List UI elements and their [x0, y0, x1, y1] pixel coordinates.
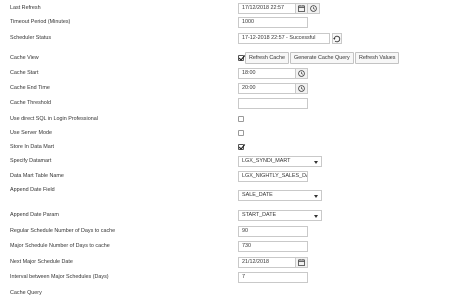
cache-start-input[interactable]: 18:00: [238, 68, 296, 79]
major-schedule-days-label: Major Schedule Number of Days to cache: [10, 243, 110, 249]
scheduler-status-input: 17-12-2018 22:57 - Successful: [238, 33, 330, 44]
interval-major-schedules-label: Interval between Major Schedules (Days): [10, 274, 109, 280]
last-refresh-label: Last Refresh: [10, 5, 41, 11]
regular-schedule-days-input[interactable]: 90: [238, 226, 308, 237]
cache-end-time-input[interactable]: 20:00: [238, 83, 296, 94]
append-date-field-row: Append Date Field SALE_DATE: [0, 187, 474, 202]
refresh-icon[interactable]: [332, 33, 342, 44]
calendar-icon[interactable]: [296, 257, 308, 268]
data-mart-table-name-label: Data Mart Table Name: [10, 173, 64, 179]
specify-datamart-label: Specify Datamart: [10, 158, 52, 164]
cache-start-row: Cache Start 18:00: [0, 68, 474, 80]
data-mart-table-name-input[interactable]: LGX_NIGHTLY_SALES_DA: [238, 171, 308, 182]
use-server-mode-label: Use Server Mode: [10, 130, 52, 136]
check-icon: [238, 144, 246, 150]
regular-schedule-days-label: Regular Schedule Number of Days to cache: [10, 228, 116, 234]
interval-major-schedules-input[interactable]: 7: [238, 272, 308, 283]
timeout-period-label: Timeout Period (Minutes): [10, 19, 71, 25]
major-schedule-days-row: Major Schedule Number of Days to cache 7…: [0, 241, 474, 253]
scheduler-status-label: Scheduler Status: [10, 35, 52, 41]
append-date-field-label: Append Date Field: [10, 187, 55, 193]
timeout-period-row: Timeout Period (Minutes) 1000: [0, 17, 474, 29]
cache-end-time-row: Cache End Time 20:00: [0, 83, 474, 95]
specify-datamart-select[interactable]: LGX_SYNDI_MART: [238, 156, 322, 167]
append-date-field-value: SALE_DATE: [242, 192, 273, 198]
cache-query-label: Cache Query: [10, 290, 42, 296]
data-mart-table-name-row: Data Mart Table Name LGX_NIGHTLY_SALES_D…: [0, 171, 474, 183]
timeout-period-input[interactable]: 1000: [238, 17, 308, 28]
use-direct-sql-checkbox[interactable]: [238, 116, 244, 122]
append-date-param-label: Append Date Param: [10, 212, 59, 218]
chevron-down-icon: [314, 195, 318, 198]
calendar-icon[interactable]: [296, 3, 308, 14]
store-in-data-mart-label: Store In Data Mart: [10, 144, 55, 150]
cache-start-label: Cache Start: [10, 70, 39, 76]
next-major-schedule-date-input[interactable]: 21/12/2018: [238, 257, 296, 268]
clock-icon[interactable]: [296, 83, 308, 94]
chevron-down-icon: [314, 215, 318, 218]
append-date-param-select[interactable]: START_DATE: [238, 210, 322, 221]
append-date-param-row: Append Date Param START_DATE: [0, 210, 474, 222]
cache-threshold-label: Cache Threshold: [10, 100, 51, 106]
chevron-down-icon: [314, 161, 318, 164]
store-in-data-mart-checkbox[interactable]: [238, 144, 246, 150]
use-server-mode-checkbox[interactable]: [238, 130, 244, 136]
cache-view-row: Cache View Refresh Cache Generate Cache …: [0, 52, 474, 65]
use-server-mode-row: Use Server Mode: [0, 128, 474, 140]
store-in-data-mart-row: Store In Data Mart: [0, 142, 474, 154]
last-refresh-input[interactable]: 17/12/2018 22:57: [238, 3, 296, 14]
clock-icon[interactable]: [308, 3, 320, 14]
last-refresh-row: Last Refresh 17/12/2018 22:57: [0, 3, 474, 15]
append-date-field-select[interactable]: SALE_DATE: [238, 190, 322, 201]
refresh-values-button[interactable]: Refresh Values: [355, 52, 400, 64]
specify-datamart-value: LGX_SYNDI_MART: [242, 158, 291, 164]
use-direct-sql-row: Use direct SQL in Login Professional: [0, 114, 474, 126]
cache-query-row: Cache Query: [0, 288, 474, 300]
use-direct-sql-label: Use direct SQL in Login Professional: [10, 116, 98, 122]
clock-icon[interactable]: [296, 68, 308, 79]
interval-major-schedules-row: Interval between Major Schedules (Days) …: [0, 272, 474, 284]
specify-datamart-row: Specify Datamart LGX_SYNDI_MART: [0, 156, 474, 168]
regular-schedule-days-row: Regular Schedule Number of Days to cache…: [0, 226, 474, 238]
scheduler-status-row: Scheduler Status 17-12-2018 22:57 - Succ…: [0, 33, 474, 45]
cache-threshold-input[interactable]: [238, 98, 308, 109]
refresh-cache-button[interactable]: Refresh Cache: [245, 52, 289, 64]
next-major-schedule-date-row: Next Major Schedule Date 21/12/2018: [0, 257, 474, 269]
major-schedule-days-input[interactable]: 730: [238, 241, 308, 252]
cache-end-time-label: Cache End Time: [10, 85, 50, 91]
append-date-param-value: START_DATE: [242, 212, 277, 218]
cache-view-checkbox[interactable]: [238, 55, 246, 61]
cache-threshold-row: Cache Threshold: [0, 98, 474, 110]
cache-view-label: Cache View: [10, 55, 39, 61]
generate-cache-query-button[interactable]: Generate Cache Query: [290, 52, 354, 64]
next-major-schedule-date-label: Next Major Schedule Date: [10, 259, 73, 265]
